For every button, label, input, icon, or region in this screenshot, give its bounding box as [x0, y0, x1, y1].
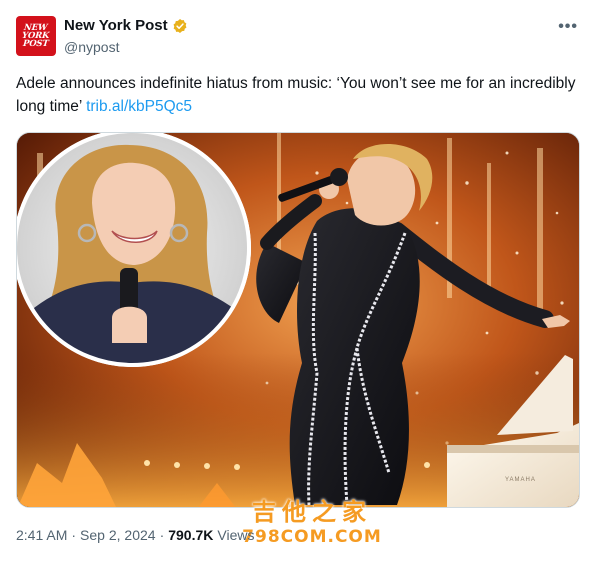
tweet-link[interactable]: trib.al/kbP5Qc5: [86, 98, 192, 115]
account-handle[interactable]: @nypost: [64, 39, 119, 55]
tweet-footer: 2:41 AM · Sep 2, 2024 · 790.7K Views: [16, 527, 254, 543]
views-count: 790.7K: [168, 527, 214, 543]
tweet-header: NEW YORK POST New York Post @nypost •••: [16, 16, 580, 58]
display-name[interactable]: New York Post: [64, 17, 168, 34]
views-label: Views: [217, 527, 255, 543]
separator: ·: [71, 527, 77, 543]
tweet-date[interactable]: Sep 2, 2024: [80, 527, 156, 543]
watermark-line-1: 吉他之家: [252, 498, 372, 526]
piano-brand: YAMAHA: [505, 477, 536, 483]
more-options-icon[interactable]: •••: [558, 18, 578, 36]
avatar[interactable]: NEW YORK POST: [16, 16, 56, 56]
verified-badge-icon: [173, 18, 187, 33]
performer-photo: YAMAHA: [17, 133, 579, 507]
tweet-text: Adele announces indefinite hiatus from m…: [16, 72, 578, 118]
watermark: 吉他之家 798COM.COM: [232, 498, 392, 548]
watermark-line-2: 798COM.COM: [242, 527, 382, 547]
separator: ·: [159, 527, 165, 543]
tweet-time[interactable]: 2:41 AM: [16, 527, 67, 543]
tweet-media[interactable]: YAMAHA: [16, 132, 580, 508]
avatar-text-line: POST: [22, 39, 50, 49]
name-row: New York Post: [64, 17, 188, 34]
